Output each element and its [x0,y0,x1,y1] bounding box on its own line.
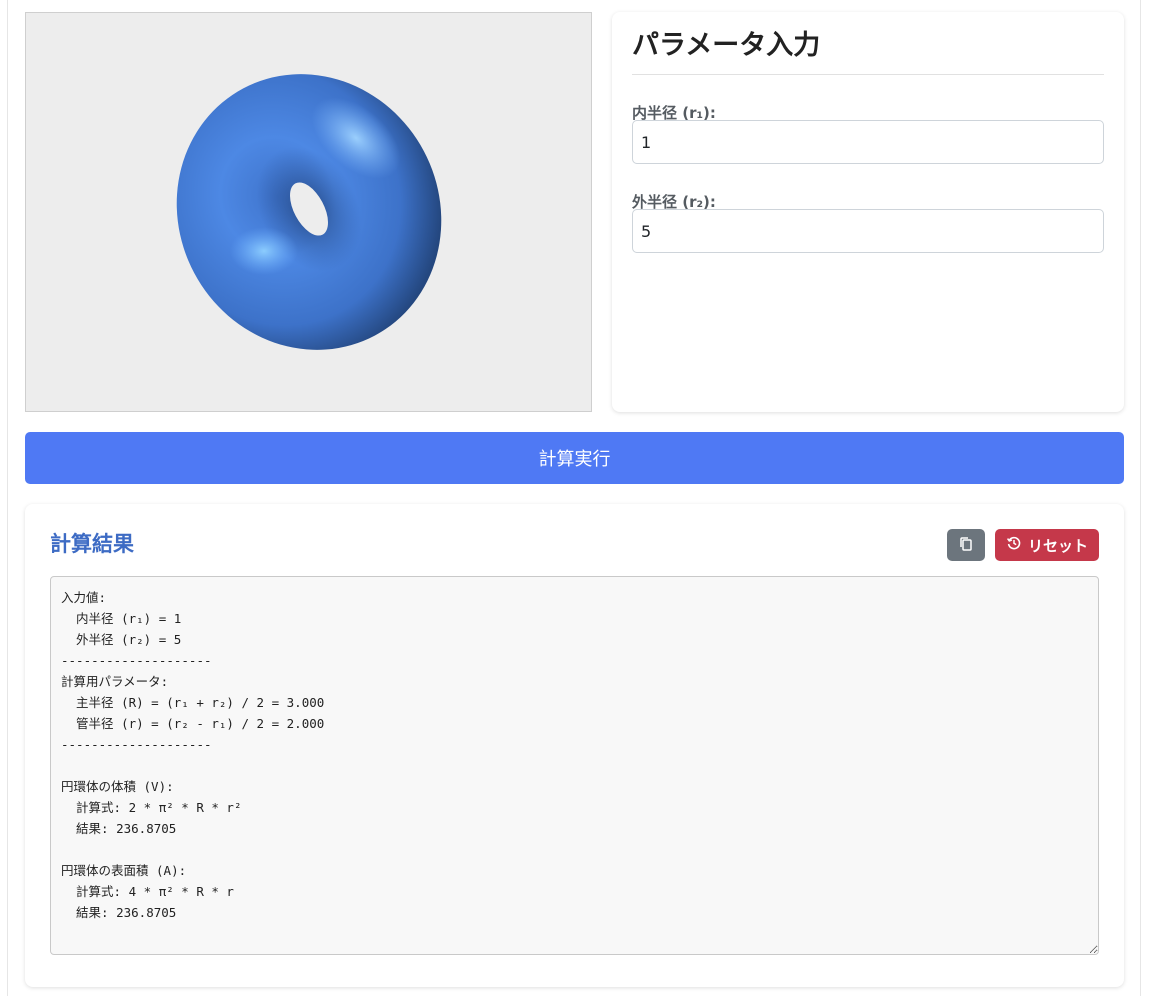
parameter-panel-title: パラメータ入力 [632,12,1104,75]
copy-icon [958,536,974,555]
page-border-left [7,0,8,996]
results-panel: 計算結果 リセット 入力値: 内半径 (r₁) = 1 外半径 (r₂) = 5… [25,504,1124,987]
reset-button-label: リセット [1027,536,1088,555]
history-icon [1006,535,1022,555]
torus-render [176,74,442,350]
results-title: 計算結果 [50,532,134,556]
calculate-button[interactable]: 計算実行 [25,432,1124,484]
outer-radius-input[interactable] [632,209,1104,253]
inner-radius-input[interactable] [632,120,1104,164]
page: パラメータ入力 内半径 (r₁): 外半径 (r₂): 計算実行 計算結果 [0,0,1151,996]
reset-button[interactable]: リセット [995,529,1099,561]
parameter-panel: パラメータ入力 内半径 (r₁): 外半径 (r₂): [612,12,1124,412]
copy-button[interactable] [947,529,985,561]
page-border-right [1140,0,1141,996]
torus-3d-viewer[interactable] [25,12,592,412]
result-output-textarea[interactable]: 入力値: 内半径 (r₁) = 1 外半径 (r₂) = 5 ---------… [50,576,1099,955]
